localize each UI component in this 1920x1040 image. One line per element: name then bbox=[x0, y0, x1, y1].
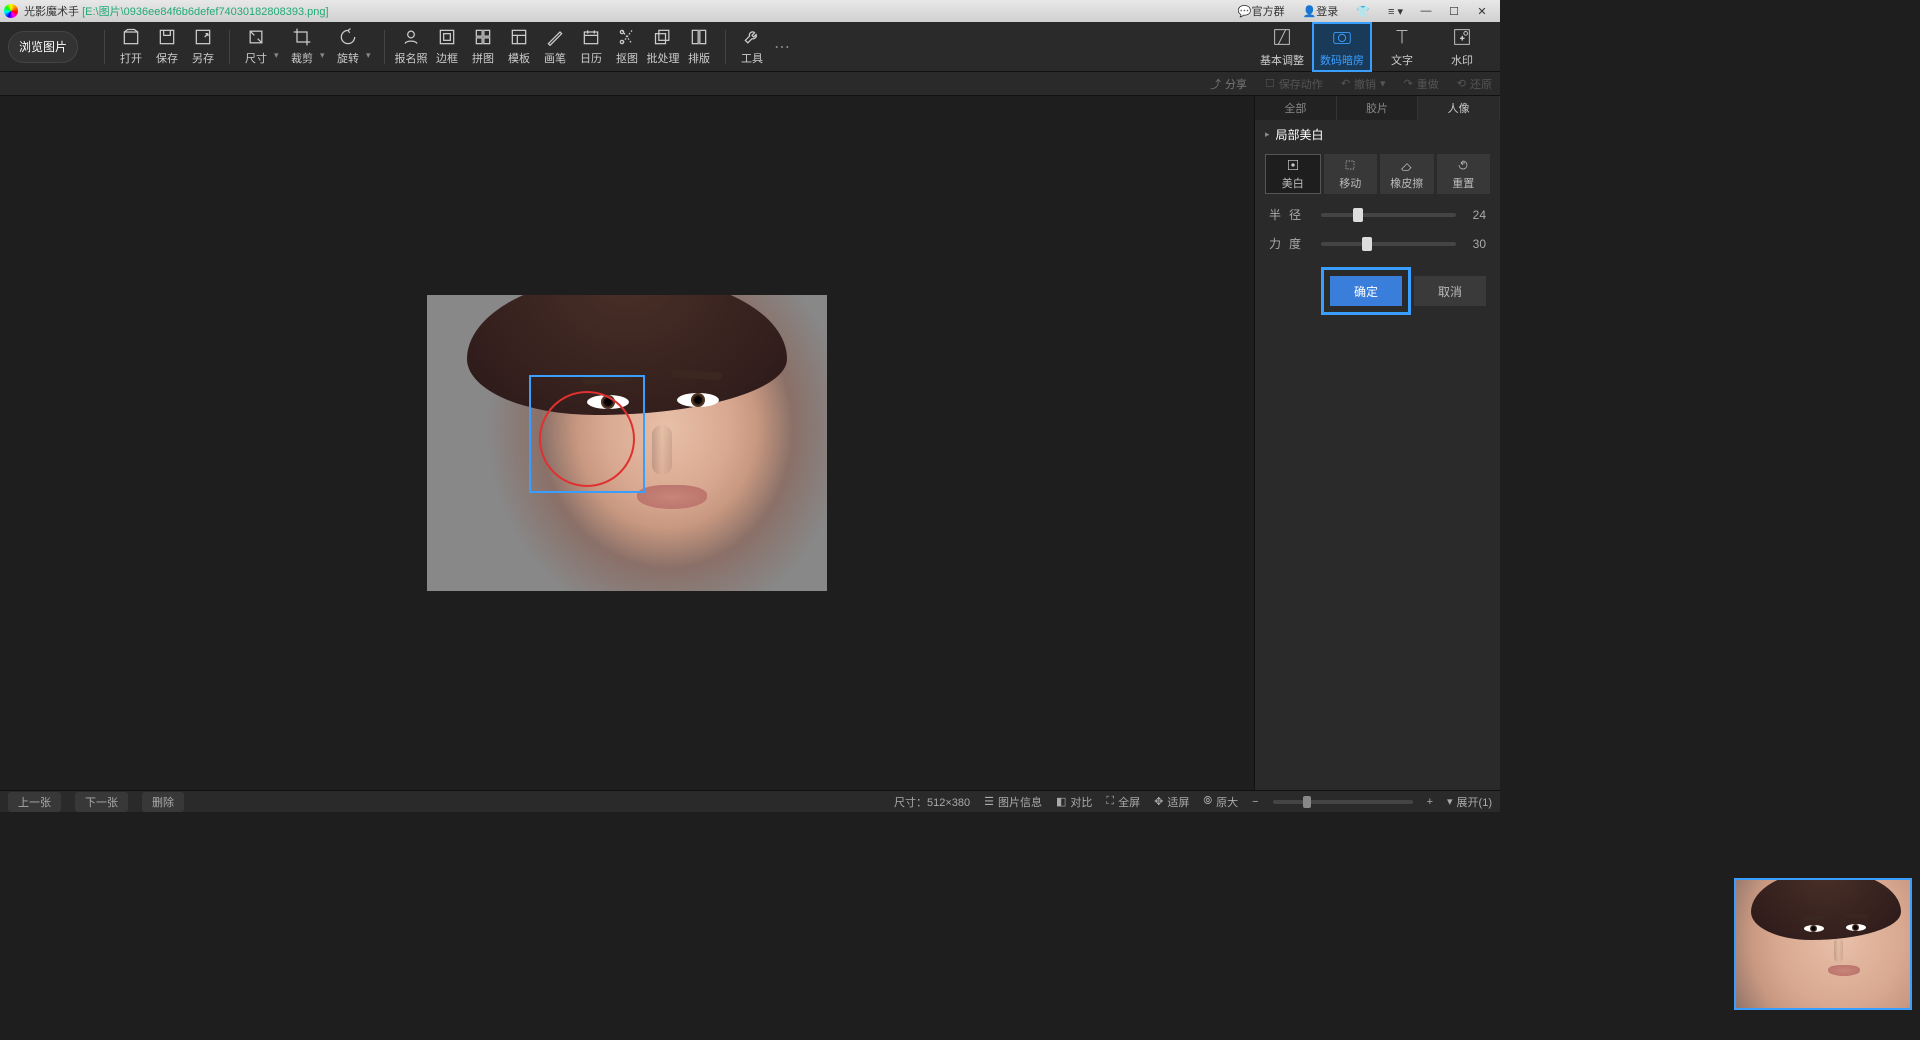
main-toolbar: 浏览图片 打开 保存 另存 尺寸 ▾ 裁剪 ▾ 旋转 ▾ 报名照 边框 拼图 模… bbox=[0, 22, 1500, 72]
delete-button[interactable]: 删除 bbox=[142, 792, 184, 812]
skin-button[interactable]: 👕 bbox=[1347, 1, 1379, 21]
ok-button[interactable]: 确定 bbox=[1330, 276, 1402, 306]
rotate-button[interactable]: 旋转 bbox=[330, 24, 366, 70]
panel-title[interactable]: 局部美白 bbox=[1255, 120, 1500, 148]
app-logo-icon bbox=[4, 4, 18, 18]
subtab-portrait[interactable]: 人像 bbox=[1418, 96, 1500, 120]
titlebar: 光影魔术手 [E:\图片\0936ee84f6b6defef7403018280… bbox=[0, 0, 1500, 22]
image-info-button[interactable]: ☰ 图片信息 bbox=[984, 794, 1042, 810]
tool-eraser[interactable]: 橡皮擦 bbox=[1380, 154, 1434, 194]
preview-thumbnail[interactable] bbox=[1734, 878, 1912, 1010]
file-path: [E:\图片\0936ee84f6b6defef74030182808393.p… bbox=[82, 3, 329, 19]
cancel-button[interactable]: 取消 bbox=[1414, 276, 1486, 306]
tool-whiten[interactable]: 美白 bbox=[1265, 154, 1321, 194]
close-button[interactable]: ✕ bbox=[1468, 1, 1496, 21]
image-content bbox=[427, 295, 827, 591]
expand-button[interactable]: ▾ 展开(1) bbox=[1447, 794, 1492, 810]
save-as-button[interactable]: 另存 bbox=[185, 24, 221, 70]
batch-button[interactable]: 批处理 bbox=[645, 24, 681, 70]
more-button[interactable]: ⋯ bbox=[770, 24, 794, 70]
id-photo-button[interactable]: 报名照 bbox=[393, 24, 429, 70]
canvas-area[interactable] bbox=[0, 96, 1254, 790]
next-image-button[interactable]: 下一张 bbox=[75, 792, 128, 812]
separator bbox=[725, 30, 726, 64]
minimize-button[interactable]: — bbox=[1412, 1, 1440, 21]
prev-image-button[interactable]: 上一张 bbox=[8, 792, 61, 812]
zoom-slider[interactable] bbox=[1273, 800, 1413, 804]
subtab-all[interactable]: 全部 bbox=[1255, 96, 1337, 120]
tool-reset[interactable]: 重置 bbox=[1437, 154, 1491, 194]
zoom-out-icon[interactable]: − bbox=[1252, 796, 1258, 808]
official-group-button[interactable]: 💬 官方群 bbox=[1229, 1, 1294, 21]
image-canvas[interactable] bbox=[427, 295, 827, 591]
slider-strength[interactable]: 力度 30 bbox=[1255, 229, 1500, 258]
layout-button[interactable]: 排版 bbox=[681, 24, 717, 70]
collage-button[interactable]: 拼图 bbox=[465, 24, 501, 70]
image-size: 尺寸：512×380 bbox=[894, 794, 970, 810]
dropdown-icon[interactable]: ▾ bbox=[366, 32, 376, 61]
fullscreen-button[interactable]: ⛶ 全屏 bbox=[1106, 794, 1140, 810]
fit-screen-button[interactable]: ✥ 适屏 bbox=[1154, 794, 1189, 810]
separator bbox=[229, 30, 230, 64]
mode-darkroom[interactable]: 数码暗房 bbox=[1312, 22, 1372, 72]
mode-text[interactable]: 文字 bbox=[1372, 22, 1432, 72]
separator bbox=[104, 30, 105, 64]
brush-button[interactable]: 画笔 bbox=[537, 24, 573, 70]
undo-button[interactable]: ↶ 撤销 ▾ bbox=[1341, 76, 1386, 92]
template-button[interactable]: 模板 bbox=[501, 24, 537, 70]
subtab-film[interactable]: 胶片 bbox=[1337, 96, 1419, 120]
separator bbox=[384, 30, 385, 64]
save-action-button[interactable]: ☐ 保存动作 bbox=[1265, 76, 1323, 92]
action-bar: ⤴ 分享 ☐ 保存动作 ↶ 撤销 ▾ ↷ 重做 ⟲ 还原 bbox=[0, 72, 1500, 96]
redo-button[interactable]: ↷ 重做 bbox=[1404, 76, 1439, 92]
dropdown-icon[interactable]: ▾ bbox=[274, 32, 284, 61]
maximize-button[interactable]: ☐ bbox=[1440, 1, 1468, 21]
save-button[interactable]: 保存 bbox=[149, 24, 185, 70]
original-size-button[interactable]: ⦾ 原大 bbox=[1203, 794, 1238, 810]
zoom-in-icon[interactable]: + bbox=[1427, 796, 1433, 808]
tool-move[interactable]: 移动 bbox=[1324, 154, 1378, 194]
settings-button[interactable]: ≡ ▾ bbox=[1379, 1, 1412, 21]
app-title: 光影魔术手 bbox=[24, 3, 79, 19]
login-button[interactable]: 👤 登录 bbox=[1294, 1, 1348, 21]
slider-radius[interactable]: 半径 24 bbox=[1255, 200, 1500, 229]
mode-basic-adjust[interactable]: 基本调整 bbox=[1252, 22, 1312, 72]
crop-button[interactable]: 裁剪 bbox=[284, 24, 320, 70]
status-bar: 上一张 下一张 删除 尺寸：512×380 ☰ 图片信息 ◧ 对比 ⛶ 全屏 ✥… bbox=[0, 790, 1500, 812]
size-button[interactable]: 尺寸 bbox=[238, 24, 274, 70]
browse-images-button[interactable]: 浏览图片 bbox=[8, 31, 78, 63]
svg-text:+: + bbox=[1460, 33, 1464, 42]
tools-button[interactable]: 工具 bbox=[734, 24, 770, 70]
mode-watermark[interactable]: +水印 bbox=[1432, 22, 1492, 72]
right-sidebar: 全部 胶片 人像 局部美白 美白 移动 橡皮擦 重置 半径 24 力度 30 确… bbox=[1254, 96, 1500, 790]
compare-button[interactable]: ◧ 对比 bbox=[1056, 794, 1092, 810]
cutout-button[interactable]: 抠图 bbox=[609, 24, 645, 70]
share-button[interactable]: ⤴ 分享 bbox=[1210, 76, 1247, 92]
calendar-button[interactable]: 日历 bbox=[573, 24, 609, 70]
frame-button[interactable]: 边框 bbox=[429, 24, 465, 70]
dropdown-icon[interactable]: ▾ bbox=[320, 32, 330, 61]
open-button[interactable]: 打开 bbox=[113, 24, 149, 70]
restore-button[interactable]: ⟲ 还原 bbox=[1457, 76, 1492, 92]
